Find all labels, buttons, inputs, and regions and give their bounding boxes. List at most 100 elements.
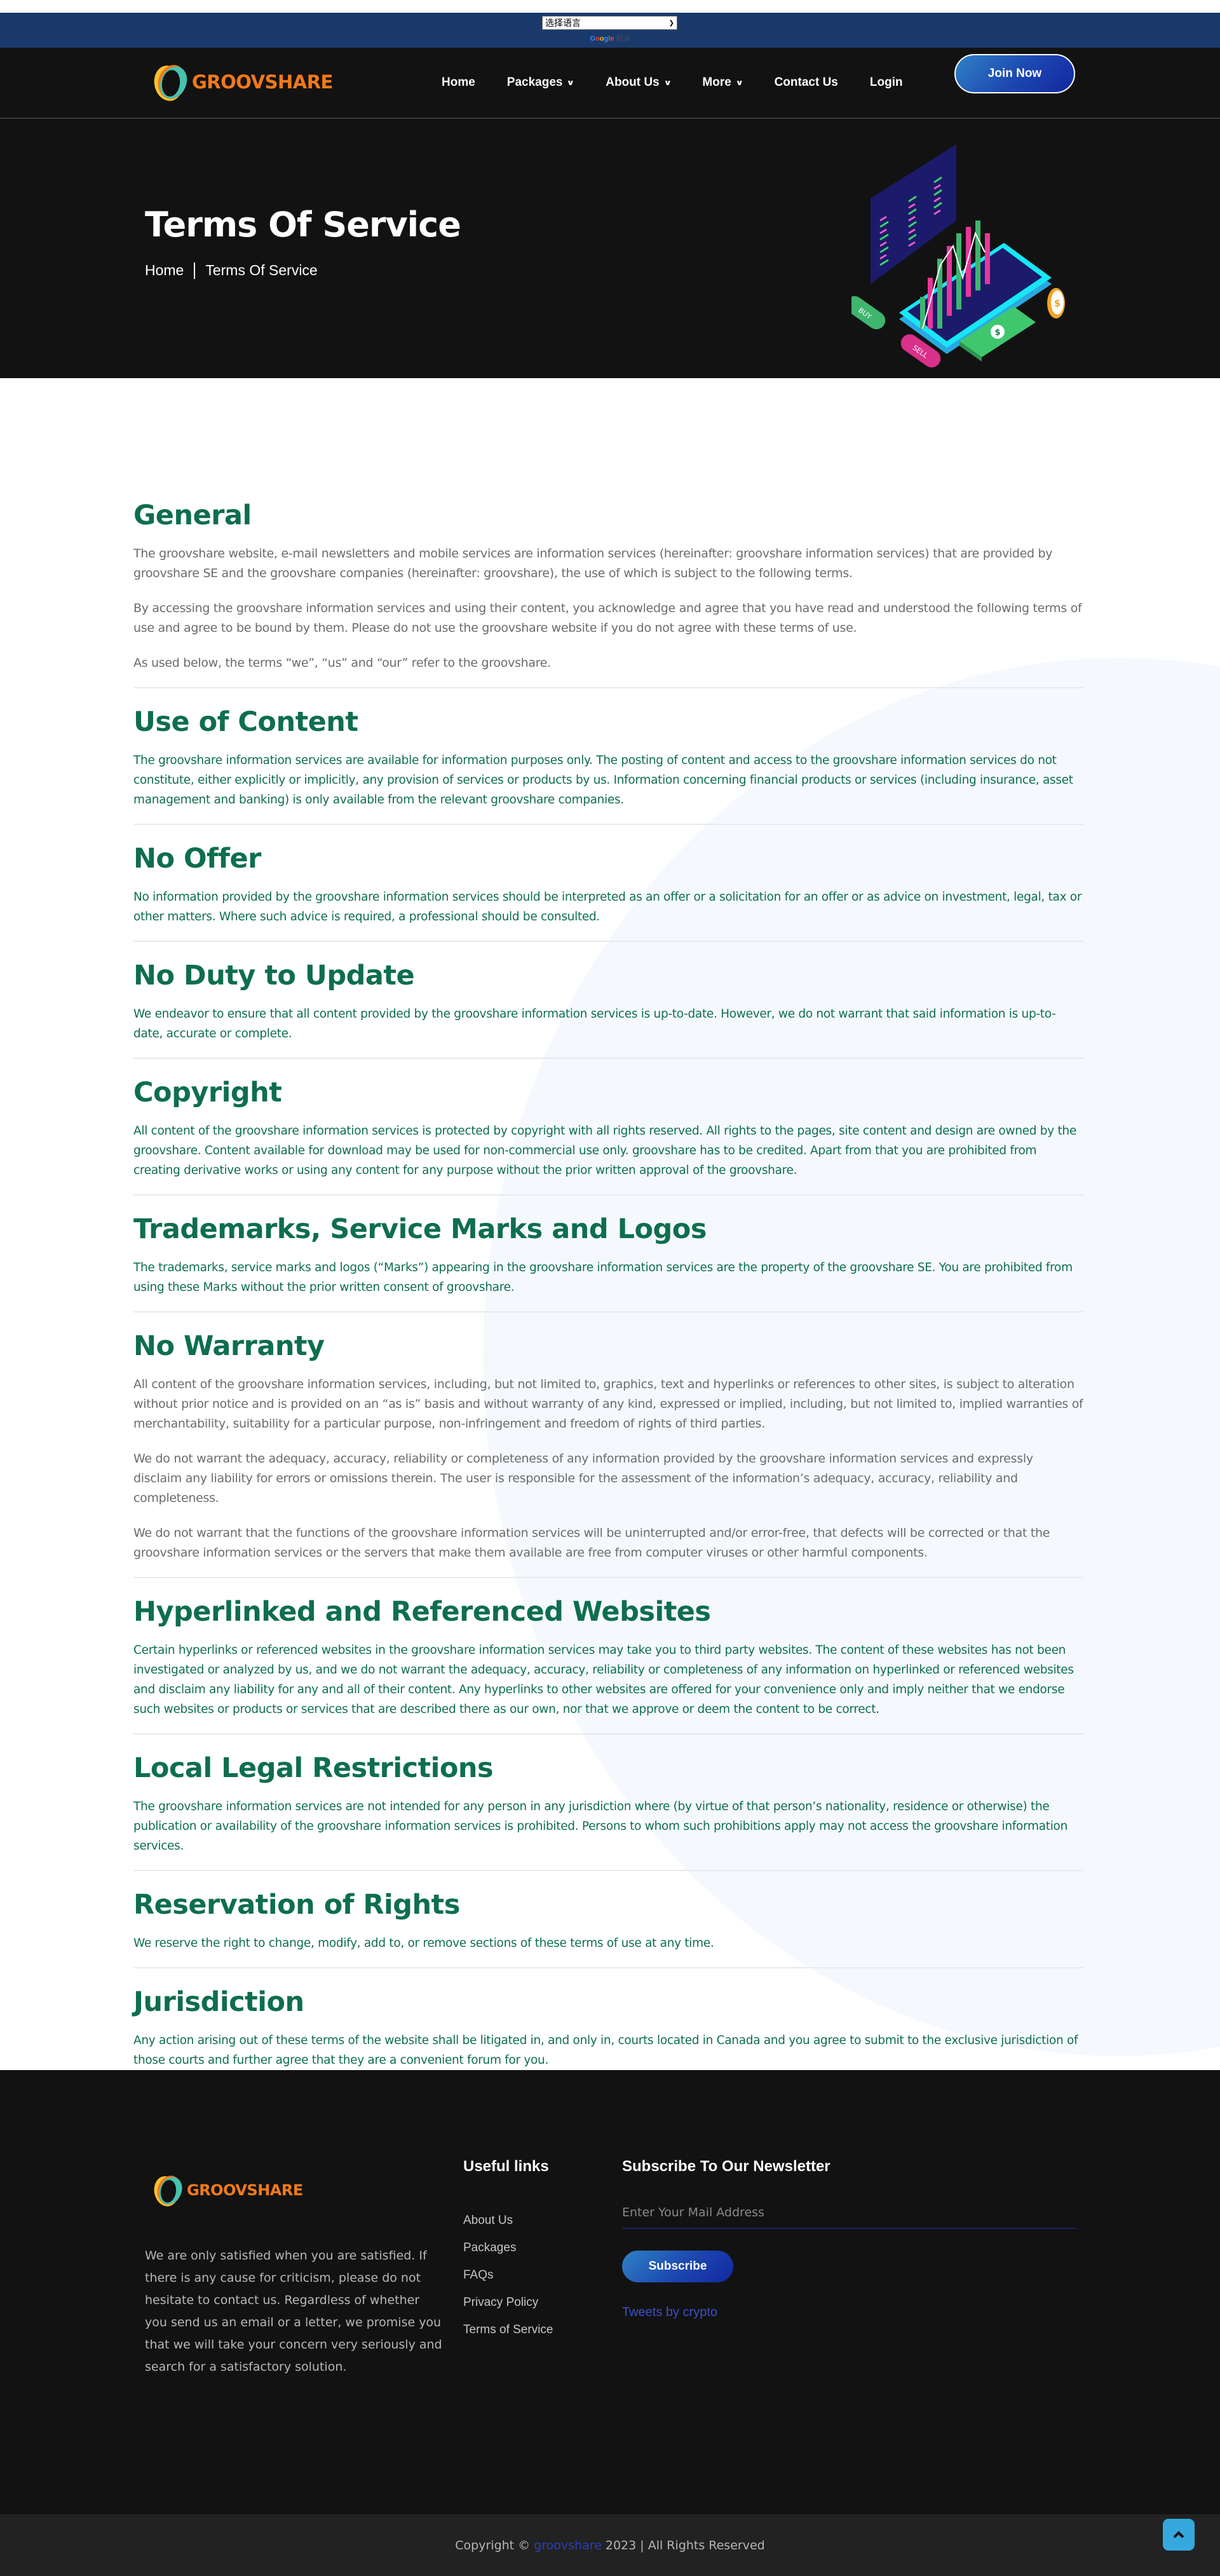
top-strip [0, 0, 1220, 13]
join-now-button[interactable]: Join Now [954, 54, 1075, 93]
svg-text:$: $ [994, 328, 1000, 337]
footer-link-packages[interactable]: Packages [463, 2234, 553, 2261]
terms-section: General The groovshare website, e-mail ne… [133, 496, 1083, 688]
tweets-link[interactable]: Tweets by crypto [622, 2305, 717, 2320]
footer-link-terms-of-service[interactable]: Terms of Service [463, 2316, 553, 2343]
terms-section: Copyright All content of the groovshare i… [133, 1073, 1083, 1196]
section-paragraph: We do not warrant that the functions of … [133, 1526, 1050, 1560]
copyright-text: Copyright © groovshare 2023 | All Rights… [0, 2539, 1220, 2552]
breadcrumb-current: Terms Of Service [205, 262, 318, 278]
section-heading: General [133, 500, 252, 531]
site-logo[interactable]: GROOVSHARE [151, 60, 333, 104]
section-heading: Jurisdiction [133, 1986, 304, 2018]
copyright-prefix: Copyright © [455, 2539, 534, 2552]
nav-contact-us-label: Contact Us [774, 76, 838, 89]
nav-packages-label: Packages [506, 76, 563, 89]
nav-home[interactable]: Home [442, 76, 475, 90]
terms-section: No Warranty All content of the groovshare… [133, 1326, 1083, 1578]
footer-link-about-us[interactable]: About Us [463, 2207, 553, 2234]
footer-about-text: We are only satisfied when you are satis… [145, 2249, 442, 2374]
footer-link-privacy-policy[interactable]: Privacy Policy [463, 2289, 553, 2316]
section-heading: No Warranty [133, 1330, 325, 1362]
translate-label: 翻译 [616, 35, 630, 43]
nav-more[interactable]: More ∨ [702, 76, 744, 90]
section-heading: Use of Content [133, 706, 358, 738]
illustration-buy-pill: BUY [851, 296, 886, 330]
useful-links-list: About Us Packages FAQs Privacy Policy Te… [463, 2207, 553, 2343]
terms-section: Reservation of Rights We reserve the righ… [133, 1885, 1083, 1968]
section-paragraph: No information provided by the groovshar… [133, 890, 1082, 923]
nav-home-label: Home [442, 76, 475, 89]
breadcrumb-home[interactable]: Home [145, 262, 184, 279]
section-paragraph: By accessing the groovshare information … [133, 601, 1082, 635]
chevron-up-icon [1173, 2531, 1184, 2539]
section-paragraph: The groovshare information services are … [133, 1800, 1068, 1853]
newsletter-title: Subscribe To Our Newsletter [622, 2158, 830, 2175]
chevron-down-icon: ❯ [668, 19, 674, 27]
scroll-to-top-button[interactable] [1163, 2519, 1195, 2551]
trading-chart-illustration: BUY SELL $ $ [851, 144, 1065, 368]
footer: GROOVSHARE We are only satisfied when yo… [0, 2070, 1220, 2514]
section-paragraph: Any action arising out of these terms of… [133, 2034, 1078, 2067]
section-heading: Hyperlinked and Referenced Websites [133, 1596, 711, 1628]
newsletter-email-input[interactable] [622, 2197, 1077, 2229]
section-paragraph: We reserve the right to change, modify, … [133, 1937, 714, 1950]
breadcrumb-separator [194, 262, 196, 279]
nav-contact-us[interactable]: Contact Us [775, 76, 838, 90]
section-paragraph: The trademarks, service marks and logos … [133, 1261, 1073, 1294]
copyright-suffix: 2023 | All Rights Reserved [601, 2539, 765, 2552]
terms-section: Jurisdiction Any action arising out of th… [133, 1982, 1083, 2070]
section-heading: Reservation of Rights [133, 1889, 460, 1921]
nav-login-label: Login [869, 76, 903, 89]
language-select[interactable]: 选择语言 ❯ [542, 16, 677, 30]
main-nav: Home Packages ∨ About Us ∨ More ∨ Contact U… [442, 48, 935, 118]
terms-content: General The groovshare website, e-mail ne… [0, 378, 1220, 2070]
section-heading: Copyright [133, 1077, 282, 1108]
svg-text:$: $ [1054, 297, 1061, 309]
language-select-value: 选择语言 [545, 18, 581, 29]
nav-about-us[interactable]: About Us ∨ [606, 76, 672, 90]
section-heading: Local Legal Restrictions [133, 1752, 494, 1784]
translate-bar: 选择语言 ❯ Google 翻译 [0, 13, 1220, 48]
section-paragraph: The groovshare information services are … [133, 754, 1073, 807]
page-title: Terms Of Service [145, 205, 461, 245]
terms-section: Trademarks, Service Marks and Logos The t… [133, 1210, 1083, 1312]
section-heading: Trademarks, Service Marks and Logos [133, 1213, 707, 1245]
terms-list: General The groovshare website, e-mail ne… [133, 496, 1083, 2070]
footer-logo-text: GROOVSHARE [187, 2181, 303, 2199]
section-paragraph: As used below, the terms “we”, “us” and … [133, 656, 551, 670]
useful-links-title: Useful links [463, 2158, 549, 2175]
section-paragraph: We endeavor to ensure that all content p… [133, 1007, 1056, 1040]
breadcrumb: Home Terms Of Service [145, 262, 318, 279]
navbar: GROOVSHARE Home Packages ∨ About Us ∨ More… [0, 48, 1220, 119]
chevron-down-icon: ∨ [663, 78, 672, 87]
nav-login[interactable]: Login [870, 76, 903, 90]
hero-banner: Terms Of Service Home Terms Of Service B… [0, 119, 1220, 378]
nav-packages[interactable]: Packages ∨ [506, 76, 575, 90]
section-paragraph: The groovshare website, e-mail newslette… [133, 547, 1053, 580]
google-translate-credit[interactable]: Google 翻译 [0, 33, 1220, 43]
copyright-bar: Copyright © groovshare 2023 | All Rights… [0, 2514, 1220, 2576]
terms-section: Use of Content The groovshare information… [133, 702, 1083, 825]
chevron-down-icon: ∨ [735, 78, 744, 87]
logo-ring-icon [151, 2172, 186, 2209]
nav-more-label: More [702, 76, 731, 89]
terms-section: No Duty to Update We endeavor to ensure t… [133, 956, 1083, 1059]
footer-link-faqs[interactable]: FAQs [463, 2261, 553, 2289]
footer-logo[interactable]: GROOVSHARE [151, 2172, 303, 2209]
section-paragraph: All content of the groovshare informatio… [133, 1124, 1076, 1177]
logo-text: GROOVSHARE [192, 71, 333, 93]
section-heading: No Offer [133, 843, 261, 875]
section-paragraph: Certain hyperlinks or referenced website… [133, 1644, 1074, 1716]
section-heading: No Duty to Update [133, 960, 415, 992]
google-logo: Google [590, 35, 614, 43]
subscribe-button[interactable]: Subscribe [622, 2251, 733, 2282]
terms-section: No Offer No information provided by the g… [133, 839, 1083, 942]
terms-section: Hyperlinked and Referenced Websites Certa… [133, 1592, 1083, 1734]
chevron-down-icon: ∨ [567, 78, 575, 87]
nav-about-us-label: About Us [606, 76, 660, 89]
copyright-brand-link[interactable]: groovshare [534, 2539, 602, 2552]
logo-ring-icon [151, 60, 191, 104]
section-paragraph: All content of the groovshare informatio… [133, 1377, 1083, 1431]
section-paragraph: We do not warrant the adequacy, accuracy… [133, 1452, 1033, 1505]
